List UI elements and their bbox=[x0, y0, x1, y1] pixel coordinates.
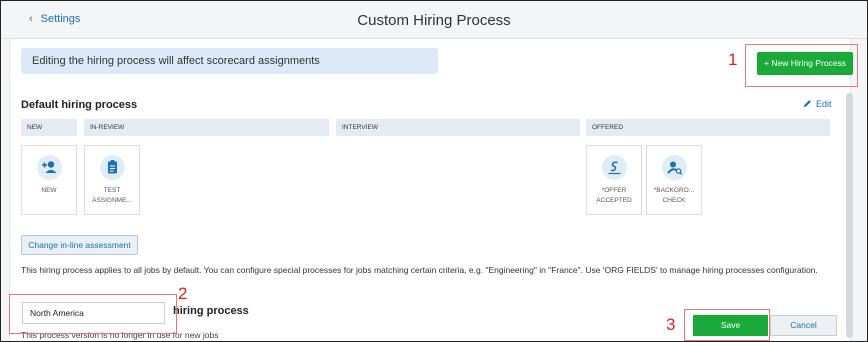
stage-offered: OFFERED bbox=[586, 119, 830, 136]
signature-icon bbox=[602, 155, 627, 180]
process-title-fragment: hiring process bbox=[173, 305, 249, 317]
app-window: ‹ Settings Custom Hiring Process Editing … bbox=[0, 0, 868, 342]
person-search-icon bbox=[662, 155, 687, 180]
stage-in-review: IN-REVIEW bbox=[84, 119, 329, 136]
pencil-icon bbox=[803, 100, 811, 108]
step-card-test-assignment[interactable]: TEST ASSIGNME... bbox=[84, 145, 140, 215]
stage-interview: INTERVIEW bbox=[336, 119, 580, 136]
info-banner: Editing the hiring process will affect s… bbox=[21, 48, 438, 74]
page-title: Custom Hiring Process bbox=[357, 12, 511, 29]
card-label-line: *BACKGRO... bbox=[653, 187, 695, 194]
change-assessment-button[interactable]: Change in-line assessment bbox=[21, 235, 138, 255]
edit-button[interactable]: Edit bbox=[803, 99, 832, 109]
callout-box-region bbox=[9, 294, 177, 334]
cancel-button[interactable]: Cancel bbox=[770, 315, 837, 336]
card-label-line: NEW bbox=[41, 187, 57, 194]
clipboard-icon bbox=[100, 155, 125, 180]
step-card-background-check[interactable]: *BACKGRO... CHECK bbox=[646, 145, 702, 215]
callout-number: 1 bbox=[728, 50, 738, 69]
card-label-line: ASSIGNME... bbox=[92, 197, 132, 204]
callout-box-new-process bbox=[745, 44, 858, 87]
vertical-scrollbar[interactable] bbox=[846, 93, 853, 338]
card-label-line: ACCEPTED bbox=[596, 197, 632, 204]
callout-number: 2 bbox=[178, 284, 188, 303]
step-card-new[interactable]: NEW bbox=[21, 145, 77, 215]
add-person-icon bbox=[37, 155, 62, 180]
default-process-title: Default hiring process bbox=[21, 99, 138, 111]
callout-number: 3 bbox=[666, 315, 676, 334]
info-text: This hiring process applies to all jobs … bbox=[21, 265, 818, 275]
top-bar: ‹ Settings Custom Hiring Process bbox=[1, 1, 867, 39]
card-label-line: TEST bbox=[103, 187, 121, 194]
card-label-line: CHECK bbox=[662, 197, 686, 204]
card-label-line: *OFFER bbox=[601, 187, 627, 194]
step-card-offer-accepted[interactable]: *OFFER ACCEPTED bbox=[586, 145, 642, 215]
stage-new: NEW bbox=[21, 119, 77, 136]
edit-label: Edit bbox=[816, 99, 832, 109]
callout-box-save bbox=[684, 309, 770, 341]
